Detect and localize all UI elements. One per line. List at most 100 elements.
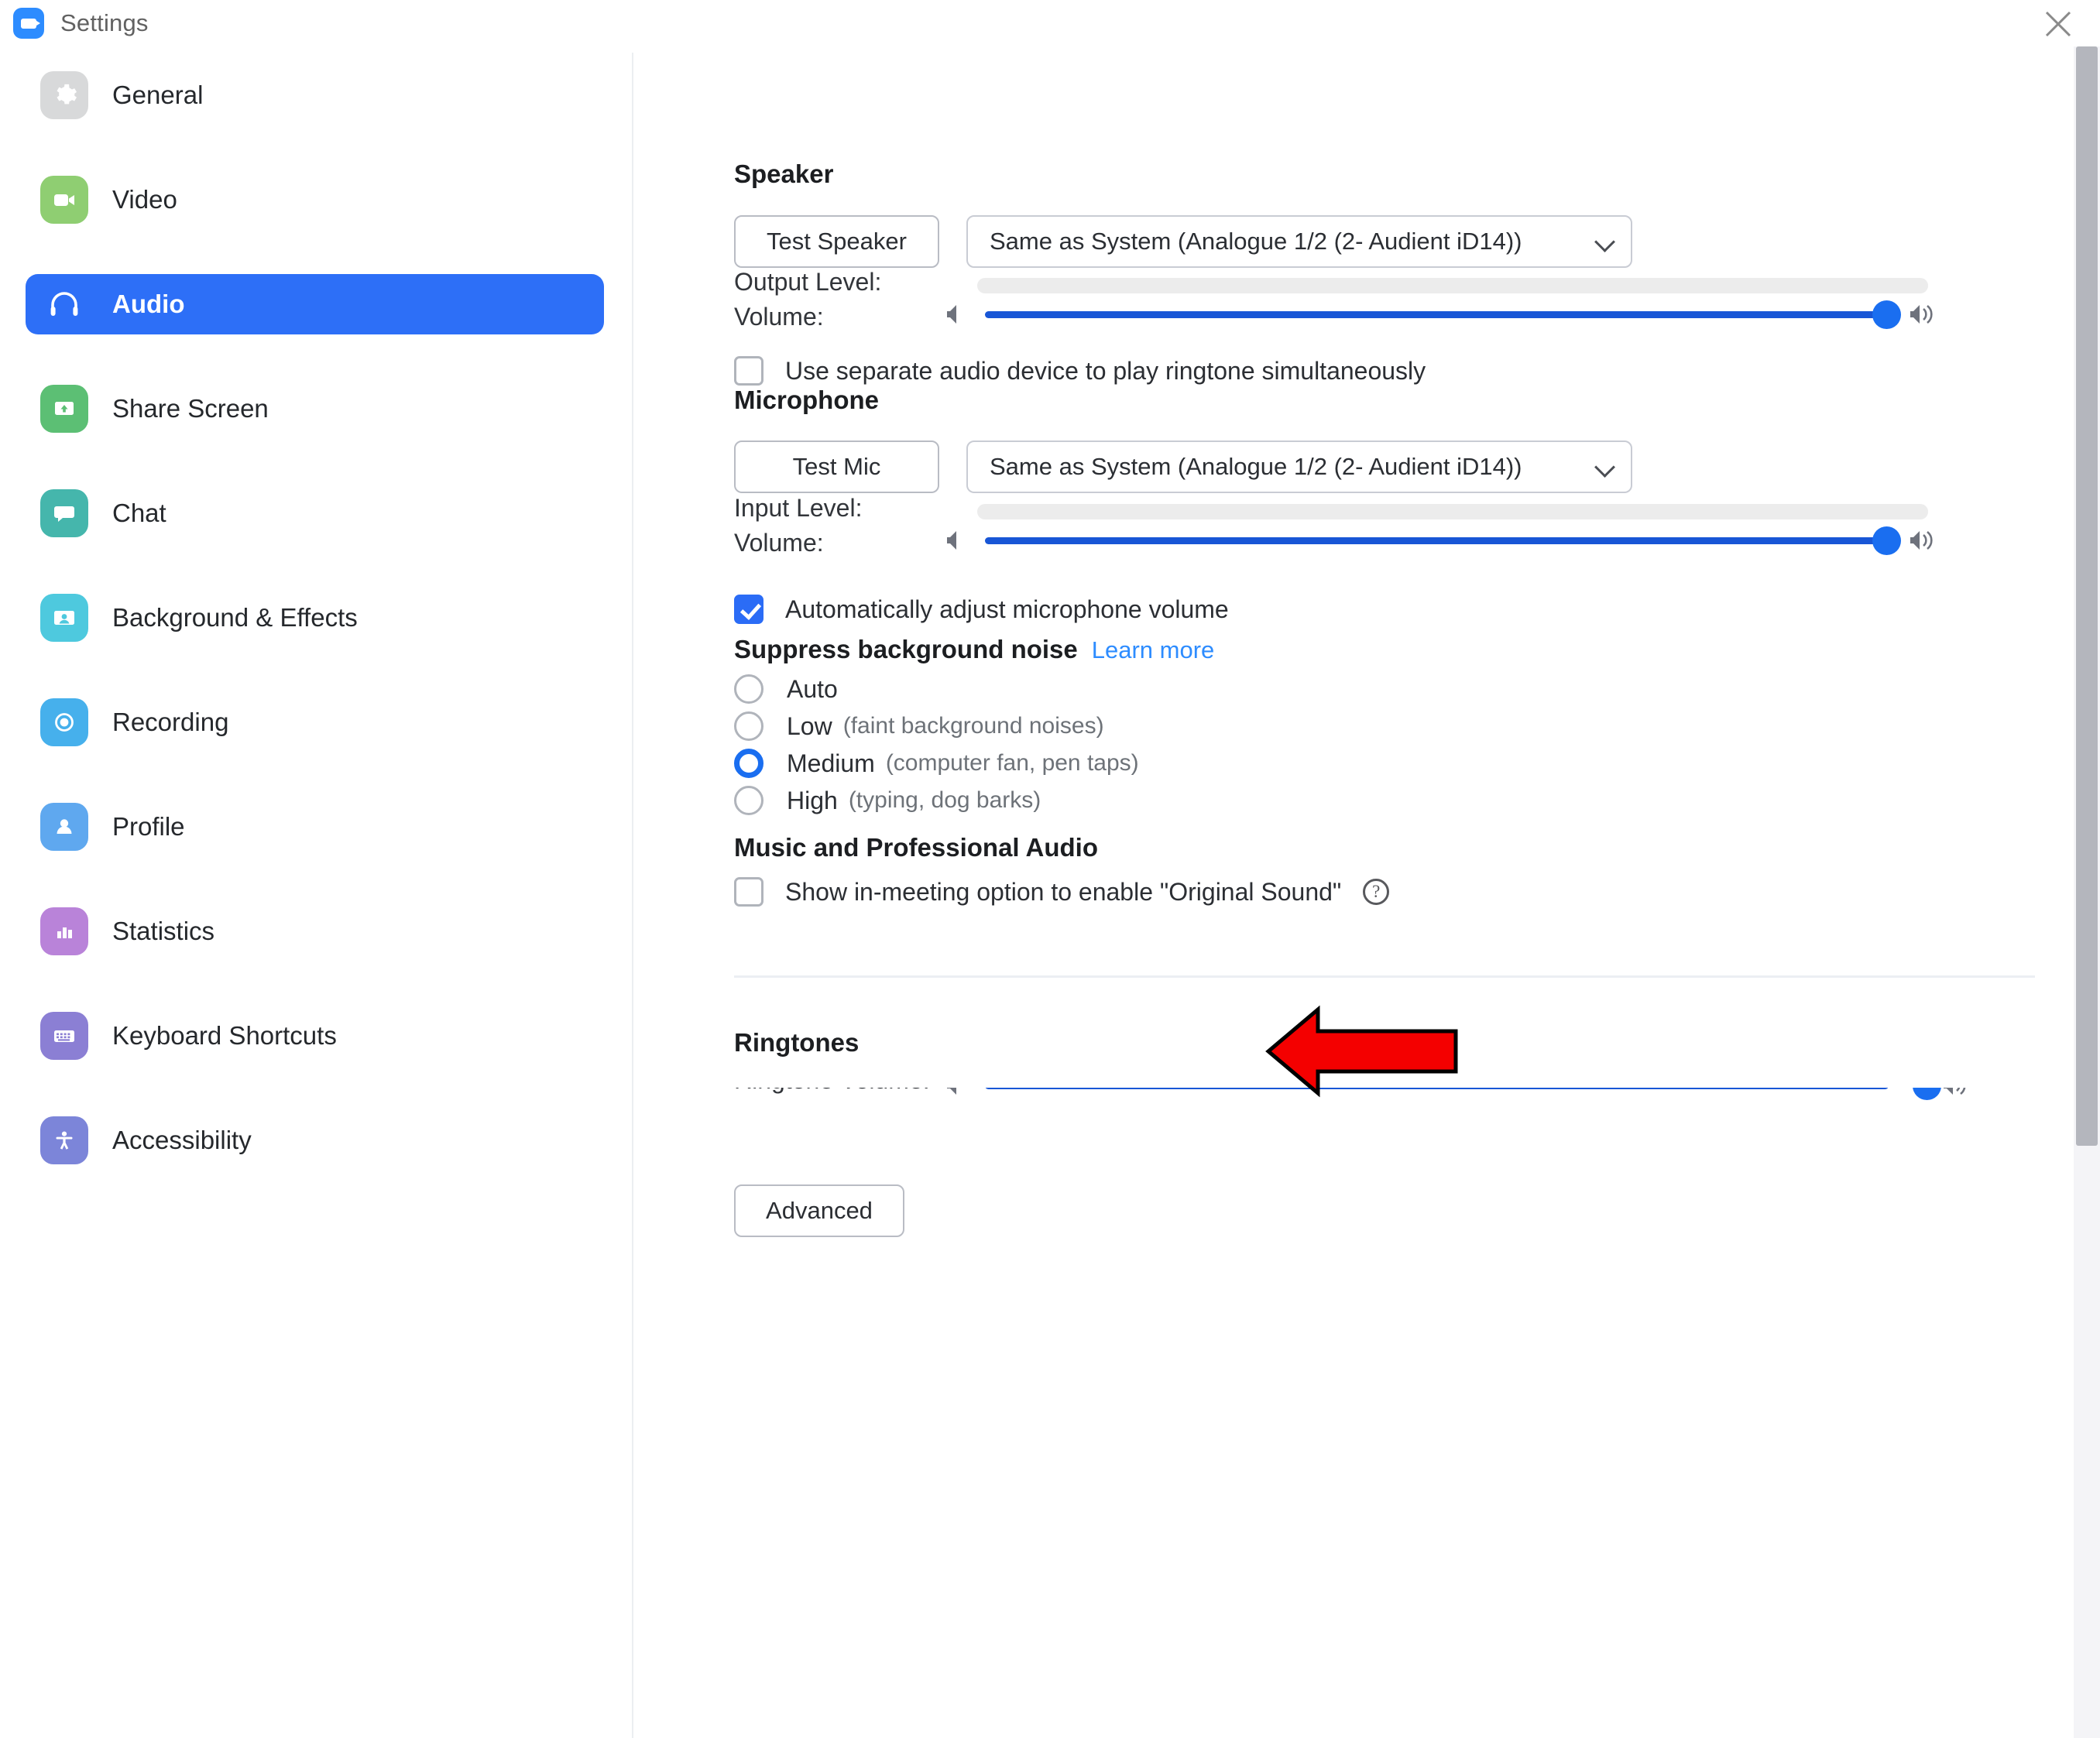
suppress-noise-heading-row: Suppress background noise Learn more bbox=[734, 635, 1214, 664]
ringtone-volume-row-clipped[interactable]: Ringtone Volume: bbox=[734, 1088, 1942, 1105]
sidebar-item-label: Profile bbox=[112, 812, 185, 841]
speaker-low-icon bbox=[945, 526, 971, 558]
sidebar-item-label: General bbox=[112, 81, 204, 109]
noise-option-label: Medium bbox=[787, 749, 875, 777]
speaker-high-icon bbox=[1909, 300, 1938, 332]
chevron-down-icon bbox=[1595, 457, 1615, 477]
input-level-label: Input Level: bbox=[734, 494, 863, 522]
noise-option-hint: (computer fan, pen taps) bbox=[885, 750, 1139, 776]
ringtones-heading: Ringtones bbox=[734, 1028, 860, 1057]
sidebar-item-label: Keyboard Shortcuts bbox=[112, 1021, 337, 1050]
sidebar-item-label: Share Screen bbox=[112, 394, 269, 423]
original-sound-checkbox[interactable] bbox=[734, 877, 763, 907]
sidebar-item-label: Background & Effects bbox=[112, 603, 358, 632]
scrollbar-thumb[interactable] bbox=[2076, 46, 2098, 1146]
ringtone-volume-label-clipped: Ringtone Volume: bbox=[734, 1088, 930, 1095]
sidebar-item-label: Chat bbox=[112, 499, 166, 527]
speaker-volume-label: Volume: bbox=[734, 303, 824, 331]
radio-medium[interactable] bbox=[734, 749, 763, 778]
speaker-device-select[interactable]: Same as System (Analogue 1/2 (2- Audient… bbox=[966, 215, 1632, 268]
share-screen-icon bbox=[40, 385, 88, 433]
sidebar-item-recording[interactable]: Recording bbox=[26, 692, 604, 752]
microphone-volume-label: Volume: bbox=[734, 529, 824, 557]
sidebar-item-chat[interactable]: Chat bbox=[26, 483, 604, 543]
sidebar-item-keyboard-shortcuts[interactable]: Keyboard Shortcuts bbox=[26, 1006, 604, 1066]
ringtone-volume-high-icon-clipped bbox=[1942, 1088, 2035, 1105]
title-bar: Settings bbox=[0, 0, 2100, 46]
vertical-scrollbar[interactable] bbox=[2074, 46, 2100, 1738]
sidebar-item-video[interactable]: Video bbox=[26, 170, 604, 230]
noise-option-hint: (faint background noises) bbox=[842, 713, 1104, 739]
auto-adjust-mic-checkbox[interactable] bbox=[734, 595, 763, 624]
bar-chart-icon bbox=[40, 907, 88, 955]
audio-settings-pane: Speaker Test Speaker Same as System (Ana… bbox=[635, 53, 2060, 1738]
music-audio-heading: Music and Professional Audio bbox=[734, 833, 1099, 862]
sidebar-item-label: Accessibility bbox=[112, 1126, 252, 1154]
gear-icon bbox=[40, 71, 88, 119]
speaker-heading: Speaker bbox=[734, 159, 834, 188]
speaker-volume-slider[interactable] bbox=[945, 295, 1933, 334]
test-speaker-button[interactable]: Test Speaker bbox=[734, 215, 939, 268]
radio-high[interactable] bbox=[734, 786, 763, 815]
original-sound-row[interactable]: Show in-meeting option to enable "Origin… bbox=[734, 877, 1390, 907]
auto-adjust-mic-label: Automatically adjust microphone volume bbox=[785, 595, 1229, 623]
microphone-volume-slider[interactable] bbox=[945, 521, 1933, 560]
output-level-label: Output Level: bbox=[734, 268, 882, 296]
microphone-heading: Microphone bbox=[734, 386, 879, 414]
sidebar-item-audio[interactable]: Audio bbox=[26, 274, 604, 334]
sidebar-item-accessibility[interactable]: Accessibility bbox=[26, 1110, 604, 1171]
question-mark-icon[interactable]: ? bbox=[1363, 879, 1390, 905]
person-frame-icon bbox=[40, 594, 88, 642]
person-icon bbox=[40, 803, 88, 851]
auto-adjust-mic-row[interactable]: Automatically adjust microphone volume bbox=[734, 595, 1229, 624]
learn-more-link[interactable]: Learn more bbox=[1092, 636, 1215, 664]
sidebar: General Video Audio Share Screen Chat Ba… bbox=[0, 53, 633, 1738]
chat-bubble-icon bbox=[40, 489, 88, 537]
noise-option-high[interactable]: High (typing, dog barks) bbox=[734, 786, 1041, 815]
microphone-device-value: Same as System (Analogue 1/2 (2- Audient… bbox=[990, 453, 1522, 480]
noise-option-label: Low bbox=[787, 711, 832, 740]
accessibility-icon bbox=[40, 1116, 88, 1164]
noise-option-medium[interactable]: Medium (computer fan, pen taps) bbox=[734, 749, 1139, 778]
suppress-noise-heading: Suppress background noise bbox=[734, 635, 1078, 663]
sidebar-item-profile[interactable]: Profile bbox=[26, 797, 604, 857]
window-title: Settings bbox=[60, 9, 149, 36]
chevron-down-icon bbox=[1595, 231, 1615, 252]
noise-option-label: High bbox=[787, 786, 838, 814]
noise-option-label: Auto bbox=[787, 674, 838, 703]
sidebar-item-general[interactable]: General bbox=[26, 65, 604, 125]
original-sound-label: Show in-meeting option to enable "Origin… bbox=[785, 877, 1342, 906]
sidebar-item-background-effects[interactable]: Background & Effects bbox=[26, 588, 604, 648]
sidebar-item-label: Statistics bbox=[112, 917, 215, 945]
sidebar-item-label: Video bbox=[112, 185, 177, 214]
sidebar-item-label: Recording bbox=[112, 708, 229, 736]
noise-option-hint: (typing, dog barks) bbox=[848, 787, 1041, 813]
zoom-camera-icon bbox=[13, 8, 44, 39]
settings-window: Settings General Video Audio Share Scree… bbox=[0, 0, 2100, 1738]
speaker-low-icon bbox=[945, 1088, 971, 1103]
speaker-low-icon bbox=[945, 300, 971, 332]
close-icon[interactable] bbox=[2035, 6, 2081, 41]
headphones-icon bbox=[40, 280, 88, 328]
input-level-meter bbox=[977, 504, 1928, 519]
noise-option-auto[interactable]: Auto bbox=[734, 674, 838, 704]
sidebar-item-share-screen[interactable]: Share Screen bbox=[26, 379, 604, 439]
radio-low[interactable] bbox=[734, 711, 763, 741]
separate-ringtone-device-checkbox[interactable] bbox=[734, 356, 763, 386]
section-divider bbox=[734, 975, 2035, 978]
separate-ringtone-device-label: Use separate audio device to play ringto… bbox=[785, 356, 1426, 385]
keyboard-icon bbox=[40, 1012, 88, 1060]
record-circle-icon bbox=[40, 698, 88, 746]
microphone-device-select[interactable]: Same as System (Analogue 1/2 (2- Audient… bbox=[966, 440, 1632, 493]
noise-option-low[interactable]: Low (faint background noises) bbox=[734, 711, 1104, 741]
sidebar-item-label: Audio bbox=[112, 290, 185, 318]
speaker-device-value: Same as System (Analogue 1/2 (2- Audient… bbox=[990, 228, 1522, 255]
output-level-meter bbox=[977, 278, 1928, 293]
radio-auto[interactable] bbox=[734, 674, 763, 704]
test-mic-button[interactable]: Test Mic bbox=[734, 440, 939, 493]
advanced-button[interactable]: Advanced bbox=[734, 1184, 904, 1237]
video-camera-icon bbox=[40, 176, 88, 224]
sidebar-item-statistics[interactable]: Statistics bbox=[26, 901, 604, 962]
speaker-high-icon bbox=[1909, 526, 1938, 558]
separate-ringtone-device-row[interactable]: Use separate audio device to play ringto… bbox=[734, 356, 1426, 386]
